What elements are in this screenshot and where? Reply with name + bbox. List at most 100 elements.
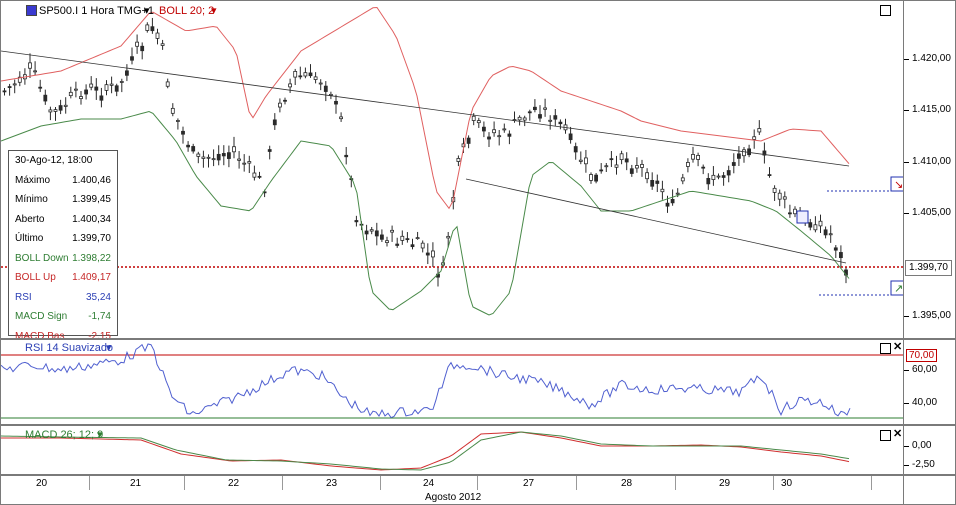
info-row-value: 35,24 bbox=[85, 291, 111, 303]
rsi-panel[interactable]: RSI 14 Suavizado ▾ ✕ bbox=[0, 339, 904, 425]
info-row-label: MACD Sign bbox=[15, 311, 68, 323]
price-tick: 1.395,00 bbox=[904, 310, 951, 321]
candle-body bbox=[89, 83, 94, 88]
candle-body bbox=[599, 169, 604, 172]
candle-body bbox=[334, 100, 338, 105]
info-row: MACD Sign -1,74 bbox=[9, 307, 117, 327]
candle-body bbox=[221, 153, 226, 157]
info-row: Mínimo 1.399,45 bbox=[9, 190, 117, 210]
price-chart[interactable]: ↘↗ bbox=[1, 1, 904, 339]
candle-body bbox=[145, 24, 150, 31]
macd-close-icon[interactable]: ✕ bbox=[893, 429, 902, 440]
candle-body bbox=[405, 238, 410, 241]
info-row-value: 1.399,45 bbox=[72, 194, 111, 206]
info-row-value: 1.409,17 bbox=[72, 272, 111, 284]
macd-label[interactable]: MACD 26; 12; 9 bbox=[25, 429, 103, 441]
candle-body bbox=[12, 83, 17, 86]
candle-body bbox=[415, 237, 420, 240]
info-row: Último 1.399,70 bbox=[9, 229, 117, 249]
candle-body bbox=[568, 133, 573, 141]
candle-body bbox=[364, 230, 369, 235]
candle-body bbox=[471, 115, 476, 121]
info-row: Máximo 1.400,46 bbox=[9, 171, 117, 191]
boll-label[interactable]: BOLL 20; 2 bbox=[159, 5, 214, 17]
candle-body bbox=[476, 120, 481, 124]
candle-body bbox=[283, 99, 287, 102]
candle-body bbox=[181, 130, 185, 135]
info-row: Aberto 1.400,34 bbox=[9, 210, 117, 230]
rsi-label[interactable]: RSI 14 Suavizado bbox=[25, 342, 113, 354]
info-row: MACD Bas -2,15 bbox=[9, 327, 117, 338]
candle-body bbox=[629, 168, 634, 174]
candle-body bbox=[94, 86, 99, 91]
candle-body bbox=[400, 235, 405, 241]
candle-body bbox=[395, 243, 400, 246]
candle-body bbox=[522, 117, 527, 121]
candle-body bbox=[650, 180, 655, 187]
macd-signal-line bbox=[1, 431, 850, 471]
day-label: 20 bbox=[36, 478, 48, 489]
macd-chart[interactable] bbox=[1, 426, 904, 475]
candle-body bbox=[716, 175, 721, 178]
candle-body bbox=[99, 95, 104, 101]
symbol-label[interactable]: SP500.I 1 Hora TMG+1 bbox=[39, 5, 154, 17]
candle-body bbox=[619, 153, 624, 161]
candle-body bbox=[135, 41, 140, 47]
rsi-menu-icon[interactable]: ▾ bbox=[106, 341, 112, 354]
candle-body bbox=[257, 175, 262, 178]
macd-menu-icon[interactable]: ▾ bbox=[97, 428, 103, 441]
candle-body bbox=[594, 174, 598, 182]
rsi-axis[interactable]: 70,00 60,00 40,00 bbox=[903, 339, 956, 425]
candle-body bbox=[558, 121, 563, 125]
boll-menu-icon[interactable]: ▾ bbox=[211, 4, 217, 17]
price-chart-panel[interactable]: ↘ ↗ SP500.I 1 Hora TMG+1 ▾ BOLL 20; 2 ▾ 3… bbox=[0, 0, 904, 339]
macd-tick: 0,00 bbox=[903, 440, 932, 451]
info-datetime-text: 30-Ago-12, 18:00 bbox=[15, 155, 93, 167]
candle-body bbox=[553, 115, 558, 120]
rsi-maximize-icon[interactable] bbox=[880, 343, 891, 354]
month-label: Agosto 2012 bbox=[425, 492, 482, 503]
candle-body bbox=[109, 83, 114, 86]
rsi-chart[interactable] bbox=[1, 340, 904, 425]
candle-body bbox=[114, 85, 119, 92]
candle-body bbox=[410, 244, 415, 248]
candle-body bbox=[288, 83, 293, 88]
candle-body bbox=[507, 133, 512, 137]
candle-body bbox=[788, 212, 792, 215]
candle-body bbox=[645, 172, 649, 180]
maximize-icon[interactable] bbox=[880, 5, 891, 16]
candle-body bbox=[481, 126, 486, 132]
candle-body bbox=[379, 234, 384, 240]
day-separator bbox=[282, 476, 283, 490]
price-axis[interactable]: 1.420,00 1.415,00 1.410,00 1.405,00 1.39… bbox=[904, 0, 956, 339]
macd-maximize-icon[interactable] bbox=[880, 430, 891, 441]
candle-body bbox=[543, 107, 547, 110]
candle-body bbox=[196, 153, 201, 157]
candle-body bbox=[33, 70, 37, 73]
candle-body bbox=[247, 161, 252, 164]
rsi-close-icon[interactable]: ✕ bbox=[893, 342, 902, 353]
macd-panel[interactable]: MACD 26; 12; 9 ▾ ✕ bbox=[0, 425, 904, 475]
candle-body bbox=[635, 165, 639, 169]
day-label: 30 bbox=[781, 478, 793, 489]
info-row-value: 1.399,70 bbox=[72, 233, 111, 245]
candle-body bbox=[456, 158, 461, 162]
candle-body bbox=[211, 158, 216, 161]
candle-body bbox=[201, 156, 206, 159]
trend-line-upper bbox=[1, 50, 850, 167]
candle-body bbox=[604, 165, 609, 168]
candle-body bbox=[170, 107, 175, 114]
candle-body bbox=[344, 154, 349, 158]
candle-body bbox=[624, 158, 629, 163]
price-tick: 1.410,00 bbox=[904, 156, 951, 167]
candle-body bbox=[339, 116, 344, 120]
info-datetime: 30-Ago-12, 18:00 bbox=[9, 151, 117, 171]
candle-body bbox=[665, 202, 670, 207]
candle-body bbox=[68, 91, 73, 97]
day-label: 28 bbox=[621, 478, 633, 489]
time-axis[interactable]: Agosto 2012 20 21 22 23 24 27 28 29 30 bbox=[0, 475, 904, 505]
symbol-menu-icon[interactable]: ▾ bbox=[144, 4, 150, 17]
macd-axis[interactable]: 0,00 -2,50 bbox=[903, 425, 956, 475]
candle-body bbox=[374, 230, 379, 237]
candle-body bbox=[38, 86, 43, 89]
